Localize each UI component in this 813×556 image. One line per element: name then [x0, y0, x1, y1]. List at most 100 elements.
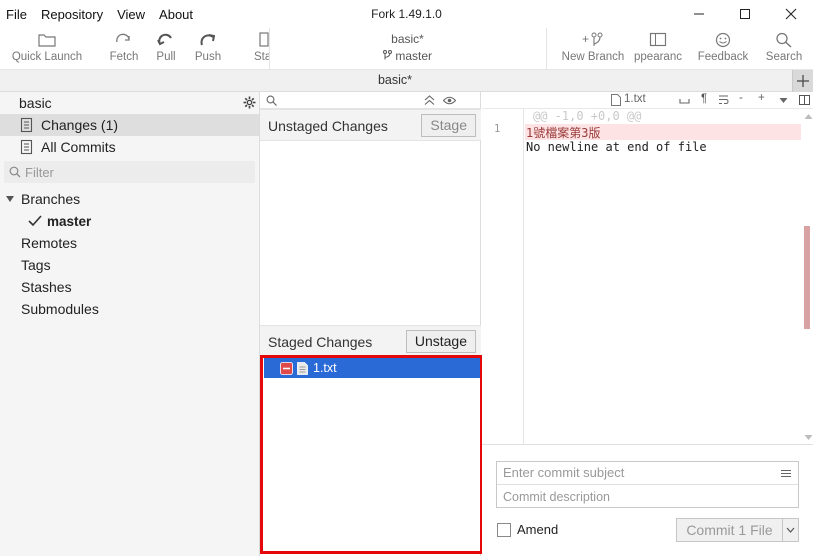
sidebar-item-label: Changes (1) — [41, 117, 119, 133]
fetch-label: Fetch — [109, 51, 139, 63]
pilcrow-icon[interactable]: ¶ — [701, 93, 707, 105]
layout-icon — [649, 32, 667, 47]
filter-input[interactable]: Filter — [4, 161, 255, 183]
filter-placeholder: Filter — [25, 164, 54, 180]
changes-icon — [20, 117, 33, 133]
plus-icon — [797, 75, 809, 87]
increase-context-icon[interactable]: + — [758, 92, 765, 104]
search-icon — [9, 166, 21, 178]
unstaged-file-list[interactable] — [260, 141, 481, 324]
sidebar-item-label: Branches — [21, 191, 81, 207]
amend-checkbox-box[interactable] — [497, 522, 511, 537]
sidebar-item-label: Submodules — [21, 301, 99, 317]
search-icon — [776, 32, 792, 48]
folder-icon — [38, 34, 56, 47]
line-number: 1 — [494, 123, 501, 135]
scroll-down-icon[interactable] — [804, 434, 813, 441]
feedback-button[interactable]: Feedback — [696, 32, 750, 63]
stash-button[interactable]: Sta — [250, 32, 270, 63]
changes-search-bar[interactable] — [260, 92, 481, 109]
sidebar-item-label: master — [47, 213, 92, 229]
unstaged-changes-title: Unstaged Changes — [268, 118, 388, 134]
search-label: Search — [765, 51, 803, 63]
fetch-button[interactable]: Fetch — [106, 32, 142, 63]
stash-label: Sta — [254, 51, 270, 63]
repo-name: basic — [19, 95, 52, 111]
menu-icon[interactable] — [780, 469, 792, 479]
minimize-icon — [694, 13, 704, 15]
staged-changes-header: Staged Changes Unstage — [260, 325, 481, 357]
staged-changes-title: Staged Changes — [268, 334, 373, 350]
repo-settings-button[interactable] — [243, 96, 256, 112]
quick-launch-label: Quick Launch — [11, 51, 83, 63]
sidebar-item-submodules[interactable]: Submodules — [0, 298, 259, 320]
stash-icon — [259, 32, 269, 47]
commit-subject-input[interactable]: Enter commit subject — [497, 462, 798, 485]
commit-subject-placeholder: Enter commit subject — [503, 465, 625, 480]
repo-branch-indicator[interactable]: basic* master — [270, 31, 545, 65]
unstaged-changes-header: Unstaged Changes Stage — [260, 109, 481, 141]
pull-button[interactable]: Pull — [153, 32, 179, 63]
commits-icon — [20, 139, 33, 155]
sidebar-item-all-commits[interactable]: All Commits — [0, 136, 259, 158]
commit-message-box: Enter commit subject Commit description — [496, 461, 799, 508]
search-button[interactable]: Search — [764, 32, 804, 63]
diff-file-name: 1.txt — [624, 93, 646, 105]
split-view-icon[interactable] — [799, 95, 810, 106]
appearance-button[interactable]: ppearanc — [630, 32, 686, 63]
sidebar-item-stashes[interactable]: Stashes — [0, 276, 259, 298]
push-button[interactable]: Push — [193, 32, 223, 63]
unstage-button[interactable]: Unstage — [405, 330, 476, 353]
stage-button[interactable]: Stage — [421, 114, 476, 137]
quick-launch-button[interactable]: Quick Launch — [10, 32, 84, 63]
menu-file[interactable]: File — [6, 7, 27, 22]
sidebar-item-branches[interactable]: Branches — [0, 188, 259, 210]
changes-panel: Unstaged Changes Stage Staged Changes Un… — [260, 92, 481, 556]
collapse-icon[interactable] — [424, 95, 435, 106]
sidebar-item-branch-master[interactable]: master — [0, 210, 259, 232]
sidebar-item-label: Stashes — [21, 279, 72, 295]
toolbar-divider — [546, 28, 547, 70]
close-button[interactable] — [768, 0, 813, 28]
maximize-icon — [740, 9, 750, 19]
fetch-icon — [116, 33, 130, 43]
pull-label: Pull — [156, 51, 176, 63]
diff-scroll-thumb[interactable] — [804, 226, 810, 329]
svg-text:+: + — [582, 32, 589, 46]
commit-options-button[interactable] — [782, 518, 799, 542]
sidebar-item-label: Remotes — [21, 235, 78, 251]
smiley-icon — [715, 32, 731, 48]
commit-description-input[interactable]: Commit description — [497, 486, 798, 508]
maximize-button[interactable] — [722, 0, 768, 28]
diff-gutter: 1 — [482, 109, 524, 444]
menu-about[interactable]: About — [159, 7, 193, 22]
menu-bar: File Repository View About — [6, 7, 207, 22]
minimize-button[interactable] — [676, 0, 722, 28]
menu-repository[interactable]: Repository — [41, 7, 103, 22]
staged-file-row[interactable]: 1.txt — [264, 358, 480, 378]
no-newline-notice: No newline at end of file — [526, 140, 707, 154]
appearance-label: ppearanc — [634, 51, 682, 63]
branch-indicator: master — [270, 48, 545, 65]
sidebar-item-changes[interactable]: Changes (1) — [0, 114, 259, 136]
commit-button[interactable]: Commit 1 File — [676, 518, 783, 542]
whitespace-icon[interactable] — [679, 96, 690, 106]
add-tab-button[interactable] — [792, 70, 813, 92]
hunk-header: @@ -1,0 +0,0 @@ — [533, 109, 642, 123]
eye-icon[interactable] — [443, 95, 456, 106]
sidebar-item-remotes[interactable]: Remotes — [0, 232, 259, 254]
amend-label: Amend — [517, 522, 559, 537]
chevron-down-icon[interactable] — [5, 194, 15, 204]
new-branch-button[interactable]: + New Branch — [560, 32, 626, 63]
sidebar-item-tags[interactable]: Tags — [0, 254, 259, 276]
chevron-down-icon[interactable] — [779, 96, 788, 105]
removed-line-text: 1號檔案第3版 — [526, 126, 601, 140]
wrap-icon[interactable] — [718, 95, 729, 105]
menu-view[interactable]: View — [117, 7, 145, 22]
tab-basic[interactable]: basic* — [0, 73, 790, 87]
toolbar: Quick Launch Fetch Pull Push Sta basic* … — [0, 28, 813, 70]
decrease-context-icon[interactable]: - — [739, 92, 743, 104]
checkmark-icon — [28, 215, 42, 227]
scroll-up-icon[interactable] — [804, 113, 813, 120]
amend-checkbox[interactable]: Amend — [497, 522, 558, 537]
